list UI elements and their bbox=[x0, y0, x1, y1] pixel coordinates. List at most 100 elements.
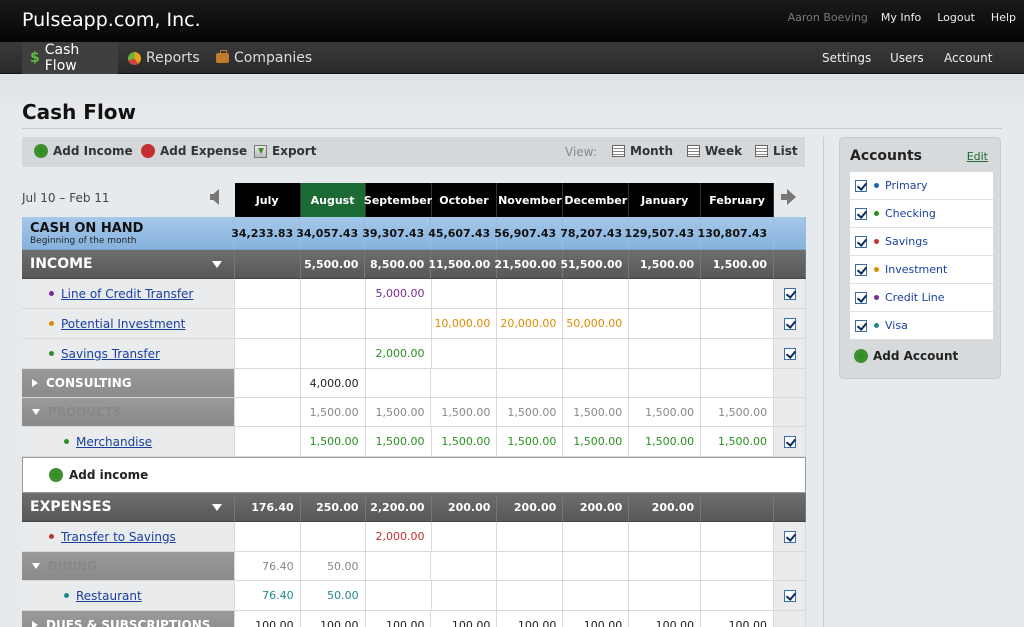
category-row-dues[interactable]: DUES & SUBSCRIPTIONS 100.00 100.00 100.0… bbox=[22, 611, 807, 627]
value-cell[interactable] bbox=[300, 279, 366, 309]
value-cell[interactable] bbox=[234, 522, 301, 552]
account-item[interactable]: Visa bbox=[850, 312, 993, 340]
value-cell[interactable] bbox=[497, 581, 564, 611]
value-cell[interactable] bbox=[701, 581, 775, 611]
category-label[interactable]: PRODUCTS bbox=[22, 398, 235, 427]
help-link[interactable]: Help bbox=[983, 11, 1024, 24]
account-item[interactable]: Checking bbox=[850, 200, 993, 228]
value-cell[interactable] bbox=[563, 279, 630, 309]
collapse-icon[interactable] bbox=[32, 409, 40, 415]
account-link[interactable]: Account bbox=[944, 42, 992, 74]
tab-companies[interactable]: Companies bbox=[208, 42, 320, 74]
value-cell[interactable] bbox=[234, 309, 301, 339]
checkbox[interactable] bbox=[855, 319, 867, 332]
collapse-icon[interactable] bbox=[32, 563, 40, 569]
checkbox[interactable] bbox=[855, 235, 867, 248]
checkbox[interactable] bbox=[783, 530, 796, 543]
value-cell[interactable] bbox=[701, 279, 775, 309]
settings-link[interactable]: Settings bbox=[822, 42, 871, 74]
value-cell[interactable]: 1,500.00 bbox=[629, 427, 702, 457]
value-cell[interactable] bbox=[629, 522, 702, 552]
add-income-row[interactable]: + Add income bbox=[22, 457, 806, 493]
value-cell[interactable]: 10,000.00 bbox=[431, 309, 498, 339]
account-item[interactable]: Credit Line bbox=[850, 284, 993, 312]
value-cell[interactable]: 2,000.00 bbox=[365, 522, 432, 552]
category-label[interactable]: CONSULTING bbox=[22, 369, 235, 398]
value-cell[interactable] bbox=[563, 339, 630, 369]
value-cell[interactable] bbox=[497, 522, 564, 552]
value-cell[interactable] bbox=[300, 309, 366, 339]
value-cell[interactable]: 50.00 bbox=[300, 581, 366, 611]
value-cell[interactable] bbox=[431, 339, 498, 369]
account-item[interactable]: Investment bbox=[850, 256, 993, 284]
checkbox[interactable] bbox=[783, 317, 796, 330]
add-expense-button[interactable]: − Add Expense bbox=[141, 144, 247, 158]
category-row-dining[interactable]: DINING 76.40 50.00 bbox=[22, 552, 807, 581]
checkbox[interactable] bbox=[783, 347, 796, 360]
value-cell[interactable]: 1,500.00 bbox=[497, 427, 564, 457]
view-list-button[interactable]: List bbox=[755, 144, 798, 158]
month-header[interactable]: September bbox=[364, 183, 432, 217]
value-cell[interactable] bbox=[563, 581, 630, 611]
item-link[interactable]: Savings Transfer bbox=[61, 347, 160, 361]
item-link[interactable]: Line of Credit Transfer bbox=[61, 287, 193, 301]
value-cell[interactable] bbox=[629, 581, 702, 611]
item-link[interactable]: Restaurant bbox=[76, 589, 142, 603]
value-cell[interactable] bbox=[701, 339, 775, 369]
expand-icon[interactable] bbox=[32, 379, 38, 387]
account-item[interactable]: Primary bbox=[850, 172, 993, 200]
category-row-products[interactable]: PRODUCTS 1,500.00 1,500.00 1,500.00 1,50… bbox=[22, 398, 807, 427]
value-cell[interactable]: 1,500.00 bbox=[431, 427, 498, 457]
month-header[interactable]: February bbox=[701, 183, 775, 217]
checkbox[interactable] bbox=[855, 263, 867, 276]
value-cell[interactable] bbox=[629, 339, 702, 369]
value-cell[interactable] bbox=[234, 279, 301, 309]
value-cell[interactable] bbox=[431, 581, 498, 611]
view-month-button[interactable]: Month bbox=[612, 144, 673, 158]
value-cell[interactable]: 1,500.00 bbox=[365, 427, 432, 457]
users-link[interactable]: Users bbox=[890, 42, 924, 74]
value-cell[interactable] bbox=[497, 279, 564, 309]
category-row-consulting[interactable]: CONSULTING 4,000.00 bbox=[22, 369, 807, 398]
checkbox[interactable] bbox=[783, 435, 796, 448]
month-header[interactable]: November bbox=[497, 183, 564, 217]
logout-link[interactable]: Logout bbox=[929, 11, 983, 24]
tab-reports[interactable]: Reports bbox=[120, 42, 208, 74]
month-header[interactable]: July bbox=[234, 183, 301, 217]
value-cell[interactable] bbox=[431, 522, 498, 552]
category-label[interactable]: DUES & SUBSCRIPTIONS bbox=[22, 611, 235, 627]
value-cell[interactable]: 5,000.00 bbox=[365, 279, 432, 309]
checkbox[interactable] bbox=[855, 291, 867, 304]
value-cell[interactable] bbox=[497, 339, 564, 369]
account-item[interactable]: Savings bbox=[850, 228, 993, 256]
value-cell[interactable] bbox=[701, 522, 775, 552]
month-header[interactable]: January bbox=[629, 183, 702, 217]
value-cell[interactable] bbox=[365, 581, 432, 611]
checkbox[interactable] bbox=[783, 589, 796, 602]
my-info-link[interactable]: My Info bbox=[873, 11, 929, 24]
export-button[interactable]: Export bbox=[254, 144, 316, 158]
value-cell[interactable] bbox=[431, 279, 498, 309]
value-cell[interactable] bbox=[365, 309, 432, 339]
income-section-row[interactable]: INCOME 5,500.00 8,500.00 11,500.00 21,50… bbox=[22, 250, 806, 279]
collapse-icon[interactable] bbox=[211, 260, 222, 268]
add-income-button[interactable]: + Add Income bbox=[34, 144, 133, 158]
month-header-current[interactable]: August bbox=[300, 183, 366, 217]
value-cell[interactable] bbox=[300, 339, 366, 369]
tab-cash-flow[interactable]: $ Cash Flow bbox=[22, 42, 118, 74]
item-link[interactable]: Merchandise bbox=[76, 435, 152, 449]
value-cell[interactable] bbox=[234, 427, 301, 457]
month-header[interactable]: December bbox=[563, 183, 630, 217]
item-link[interactable]: Transfer to Savings bbox=[61, 530, 176, 544]
checkbox[interactable] bbox=[783, 287, 796, 300]
value-cell[interactable]: 1,500.00 bbox=[563, 427, 630, 457]
value-cell[interactable]: 1,500.00 bbox=[300, 427, 366, 457]
expenses-section-label[interactable]: EXPENSES bbox=[22, 493, 235, 522]
item-link[interactable]: Potential Investment bbox=[61, 317, 185, 331]
value-cell[interactable]: 1,500.00 bbox=[701, 427, 775, 457]
add-account-button[interactable]: + Add Account bbox=[854, 349, 958, 363]
value-cell[interactable]: 50,000.00 bbox=[563, 309, 630, 339]
collapse-icon[interactable] bbox=[211, 503, 222, 511]
view-week-button[interactable]: Week bbox=[687, 144, 742, 158]
category-label[interactable]: DINING bbox=[22, 552, 235, 581]
